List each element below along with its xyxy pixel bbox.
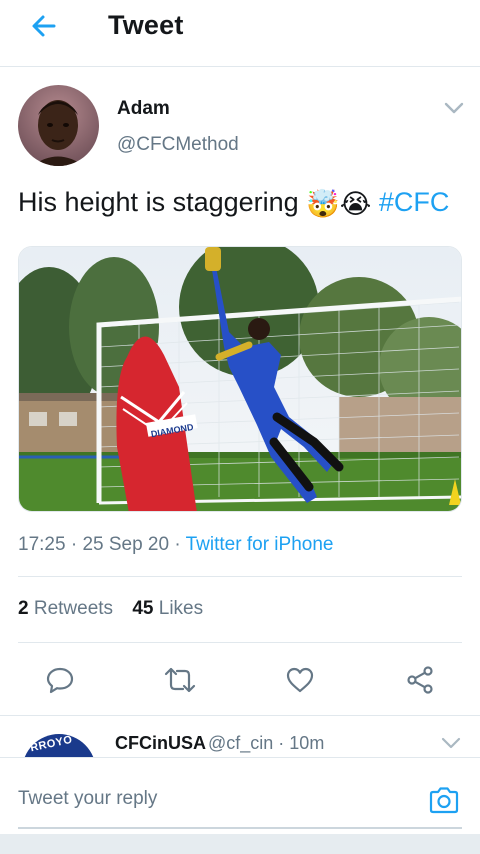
- chevron-down-icon: [441, 737, 461, 749]
- share-button[interactable]: [400, 660, 440, 700]
- reply-avatar[interactable]: RROYO: [22, 734, 96, 758]
- tweet-source-link[interactable]: Twitter for iPhone: [186, 534, 334, 555]
- reply-bubble-icon: [46, 667, 74, 694]
- author-name[interactable]: Adam: [117, 98, 170, 120]
- exploding-head-emoji: 🤯: [306, 189, 340, 219]
- tweet-actions: [0, 660, 480, 700]
- reply-input-underline: [18, 827, 462, 829]
- reply-author-name[interactable]: CFCinUSA: [115, 733, 206, 754]
- tweet-body: His height is staggering: [18, 187, 299, 217]
- tweet-time: 17:25: [18, 534, 66, 555]
- like-button[interactable]: [280, 660, 320, 700]
- heart-icon: [286, 667, 314, 693]
- reply-more-button[interactable]: [440, 734, 462, 752]
- bottom-bar: [0, 834, 480, 854]
- more-options-button[interactable]: [442, 98, 466, 118]
- hashtag-link[interactable]: #CFC: [379, 187, 450, 217]
- tweet-meta: 17:25 · 25 Sep 20 · Twitter for iPhone: [18, 534, 334, 555]
- retweets-stat[interactable]: 2 Retweets: [18, 598, 113, 619]
- likes-label: Likes: [158, 598, 204, 619]
- arrow-left-icon: [32, 15, 56, 37]
- chevron-down-icon: [444, 102, 464, 114]
- camera-button[interactable]: [424, 780, 464, 820]
- reply-avatar-text: RROYO: [29, 734, 74, 755]
- tweet-text: His height is staggering 🤯😭 #CFC: [18, 187, 449, 220]
- reply-author-meta: @cf_cin · 10m: [208, 733, 325, 753]
- crying-face-emoji: 😭: [339, 189, 372, 219]
- share-icon: [407, 666, 433, 694]
- retweet-button[interactable]: [160, 660, 200, 700]
- back-button[interactable]: [22, 8, 66, 44]
- reply-button[interactable]: [40, 660, 80, 700]
- retweets-label: Retweets: [33, 598, 114, 619]
- reply-preview[interactable]: RROYO CFCinUSA @cf_cin · 10m: [0, 716, 480, 758]
- camera-icon: [429, 787, 459, 814]
- author-handle[interactable]: @CFCMethod: [117, 134, 239, 156]
- divider: [18, 576, 462, 577]
- divider: [18, 642, 462, 643]
- likes-count: 45: [132, 598, 154, 619]
- top-bar: Tweet: [0, 0, 480, 67]
- retweet-icon: [164, 667, 196, 693]
- author-avatar[interactable]: [18, 85, 99, 166]
- likes-stat[interactable]: 45 Likes: [132, 598, 203, 619]
- tweet-stats: 2 Retweets 45 Likes: [18, 598, 217, 620]
- page-title: Tweet: [108, 10, 184, 40]
- retweets-count: 2: [18, 598, 29, 619]
- tweet-photo[interactable]: DIAMOND: [18, 246, 462, 512]
- reply-time: 10m: [289, 733, 325, 753]
- tweet-date: 25 Sep 20: [82, 534, 170, 555]
- reply-input[interactable]: [18, 774, 418, 824]
- reply-author-handle[interactable]: @cf_cin: [208, 733, 273, 753]
